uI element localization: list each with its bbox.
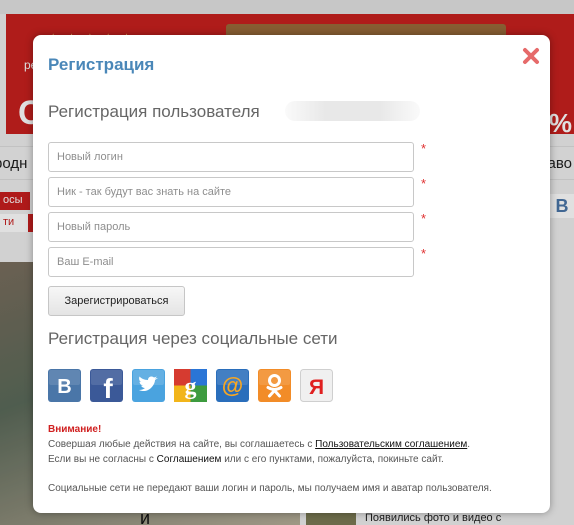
required-mark: * [421,246,427,261]
notice-line-2: Если вы не согласны с Соглашением или с … [48,452,538,467]
notice-line-1: Совершая любые действия на сайте, вы сог… [48,437,538,452]
blurred-site-name [285,101,420,121]
yandex-icon: Я [300,369,333,402]
notice-text: или с его пунктами, пожалуйста, покиньте… [224,454,444,465]
svg-text:f: f [103,373,113,402]
google-login-button[interactable]: g [174,369,207,402]
register-button[interactable]: Зарегистрироваться [48,286,185,316]
close-button[interactable] [522,47,540,65]
mailru-login-button[interactable]: @ [216,369,249,402]
vk-icon: В [48,369,81,402]
svg-text:g: g [185,374,197,400]
odnoklassniki-icon [258,369,291,402]
user-agreement-link[interactable]: Пользовательским соглашением [315,439,467,450]
mailru-icon: @ [216,369,249,402]
google-icon: g [174,369,207,402]
close-icon [523,48,539,64]
notice-text: . [467,439,471,450]
odnoklassniki-login-button[interactable] [258,369,291,402]
nick-input[interactable] [48,177,414,207]
twitter-login-button[interactable] [132,369,165,402]
twitter-icon [132,369,165,402]
facebook-icon: f [90,369,123,402]
registration-modal: Регистрация Регистрация пользователя * *… [33,35,550,513]
required-mark: * [421,176,427,191]
notice-text: Совершая любые действия на сайте, вы сог… [48,439,313,450]
modal-title: Регистрация [48,55,155,74]
svg-text:В: В [57,376,71,398]
vk-login-button[interactable]: В [48,369,81,402]
social-privacy-note: Социальные сети не передают ваши логин и… [48,483,492,494]
notice-text: Если вы не согласны с [48,454,154,465]
notice-title: Внимание! [48,424,102,435]
agreement-notice: Внимание! Совершая любые действия на сай… [48,422,538,467]
password-input[interactable] [48,212,414,242]
svg-text:Я: Я [309,376,324,399]
required-mark: * [421,141,427,156]
svg-text:@: @ [222,373,243,398]
section-title-user: Регистрация пользователя [48,102,260,121]
facebook-login-button[interactable]: f [90,369,123,402]
yandex-login-button[interactable]: Я [300,369,333,402]
login-input[interactable] [48,142,414,172]
email-input[interactable] [48,247,414,277]
section-title-social: Регистрация через социальные сети [48,329,338,348]
required-mark: * [421,211,427,226]
agreement-link[interactable]: Соглашением [157,454,222,465]
